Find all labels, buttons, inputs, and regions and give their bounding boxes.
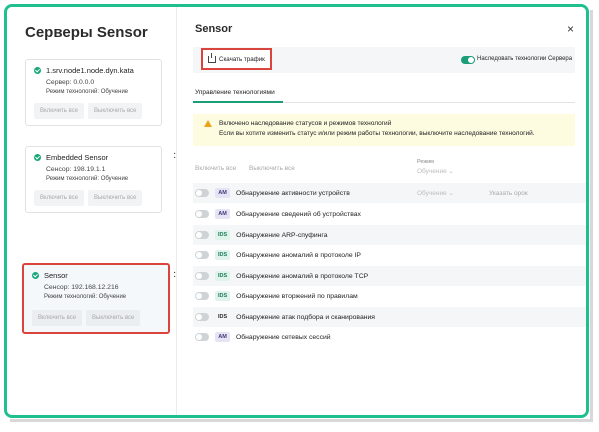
technology-badge: AM — [215, 209, 230, 219]
alert-text: Если вы хотите изменить статус и/или реж… — [219, 130, 535, 137]
technology-label: Обнаружение вторжений по правилам — [236, 292, 358, 300]
technology-toggle[interactable] — [195, 251, 209, 259]
technology-toggle[interactable] — [195, 210, 209, 218]
technology-label: Обнаружение сведений об устройствах — [236, 210, 361, 218]
disable-all-button[interactable]: Выключить все — [88, 190, 143, 206]
technology-toggle[interactable] — [195, 333, 209, 341]
server-card-mode: Режим технологий: Обучение — [46, 89, 129, 95]
download-traffic-button[interactable]: Скачать трафик — [201, 48, 272, 70]
server-card-mode: Режим технологий: Обучение — [46, 176, 129, 182]
panel-title: Sensor — [195, 23, 233, 35]
technology-row: IDS Обнаружение атак подбора и сканирова… — [193, 307, 586, 327]
server-card-name: 1.srv.node1.node.dyn.kata — [46, 66, 134, 75]
sensor-detail-panel: Sensor × Скачать трафик Наследовать техн… — [176, 7, 586, 415]
server-card-3[interactable]: Sensor Сенсор: 192.168.12.216 Режим техн… — [22, 263, 170, 334]
enable-all-button[interactable]: Включить все — [34, 103, 85, 119]
server-card-name: Sensor — [44, 271, 68, 280]
server-card-name: Embedded Sensor — [46, 153, 109, 162]
disable-all-button[interactable]: Выключить все — [86, 310, 141, 326]
server-card-address: Сенсор: 198.19.1.1 — [46, 166, 106, 173]
servers-sidebar: Серверы Sensor 1.srv.node1.node.dyn.kata… — [7, 7, 176, 415]
technology-row: IDS Обнаружение аномалий в протоколе TCP — [193, 266, 586, 286]
download-icon — [208, 52, 216, 63]
technology-badge: AM — [215, 188, 230, 198]
panel-toolbar: Скачать трафик Наследовать технологии Се… — [193, 47, 575, 73]
technology-row: IDS Обнаружение вторжений по правилам — [193, 286, 586, 306]
server-card-address: Сенсор: 192.168.12.216 — [44, 284, 119, 291]
disable-all-button[interactable]: Выключить все — [88, 103, 143, 119]
technology-badge: AM — [215, 332, 230, 342]
technology-row: IDS Обнаружение аномалий в протоколе IP — [193, 245, 586, 265]
technology-badge: IDS — [215, 230, 231, 240]
inheritance-alert: Включено наследование статусов и режимов… — [193, 114, 575, 146]
status-ok-icon — [34, 154, 41, 161]
close-icon[interactable]: × — [567, 22, 574, 36]
enable-all-button[interactable]: Включить все — [34, 190, 85, 206]
technology-row: AM Обнаружение активности устройств Обуч… — [193, 183, 586, 203]
technology-toggle[interactable] — [195, 272, 209, 280]
server-card-2[interactable]: Embedded Sensor Сенсор: 198.19.1.1 Режим… — [25, 146, 162, 213]
server-card-address: Сервер: 0.0.0.0 — [46, 79, 95, 86]
technology-label: Обнаружение сетевых сессий — [236, 333, 331, 341]
technology-toggle[interactable] — [195, 313, 209, 321]
status-ok-icon — [32, 272, 39, 279]
enable-all-technologies-button[interactable]: Включить все — [195, 165, 236, 172]
status-ok-icon — [34, 67, 41, 74]
alert-title: Включено наследование статусов и режимов… — [219, 120, 392, 127]
technology-badge: IDS — [218, 314, 228, 320]
technology-badge: IDS — [215, 291, 231, 301]
tab-technology-management[interactable]: Управление технологиями — [195, 89, 275, 96]
warning-icon — [204, 120, 212, 127]
technology-badge: IDS — [215, 271, 231, 281]
mode-header: Режим — [417, 159, 434, 165]
technology-label: Обнаружение аномалий в протоколе TCP — [236, 272, 369, 280]
technology-label: Обнаружение аномалий в протоколе IP — [236, 251, 361, 259]
technology-toggle[interactable] — [195, 231, 209, 239]
technology-row: AM Обнаружение сведений об устройствах — [193, 204, 586, 224]
app-window: Серверы Sensor 1.srv.node1.node.dyn.kata… — [4, 4, 589, 418]
technology-row: AM Обнаружение сетевых сессий — [193, 327, 586, 347]
technology-row: IDS Обнаружение ARP-спуфинга — [193, 225, 586, 245]
disable-all-technologies-button[interactable]: Выключить все — [249, 165, 295, 172]
technology-label: Обнаружение активности устройств — [236, 189, 350, 197]
inherit-technologies-label: Наследовать технологии Сервера — [477, 56, 573, 62]
server-card-mode: Режим технологий: Обучение — [44, 294, 127, 300]
technology-mode-select[interactable]: Обучение ⌄ — [417, 189, 454, 197]
technology-label: Обнаружение атак подбора и сканирования — [236, 313, 375, 321]
enable-all-button[interactable]: Включить все — [32, 310, 83, 326]
technology-toggle[interactable] — [195, 292, 209, 300]
server-card-1[interactable]: 1.srv.node1.node.dyn.kata Сервер: 0.0.0.… — [25, 59, 162, 126]
inherit-technologies-toggle[interactable] — [461, 56, 475, 64]
technology-label: Обнаружение ARP-спуфинга — [236, 231, 328, 239]
technology-badge: IDS — [215, 250, 231, 260]
specify-port-link[interactable]: Указать орок — [489, 190, 528, 197]
sidebar-title: Серверы Sensor — [25, 24, 148, 41]
technology-toggle[interactable] — [195, 189, 209, 197]
bulk-mode-select[interactable]: Обучение ⌄ — [417, 167, 454, 175]
